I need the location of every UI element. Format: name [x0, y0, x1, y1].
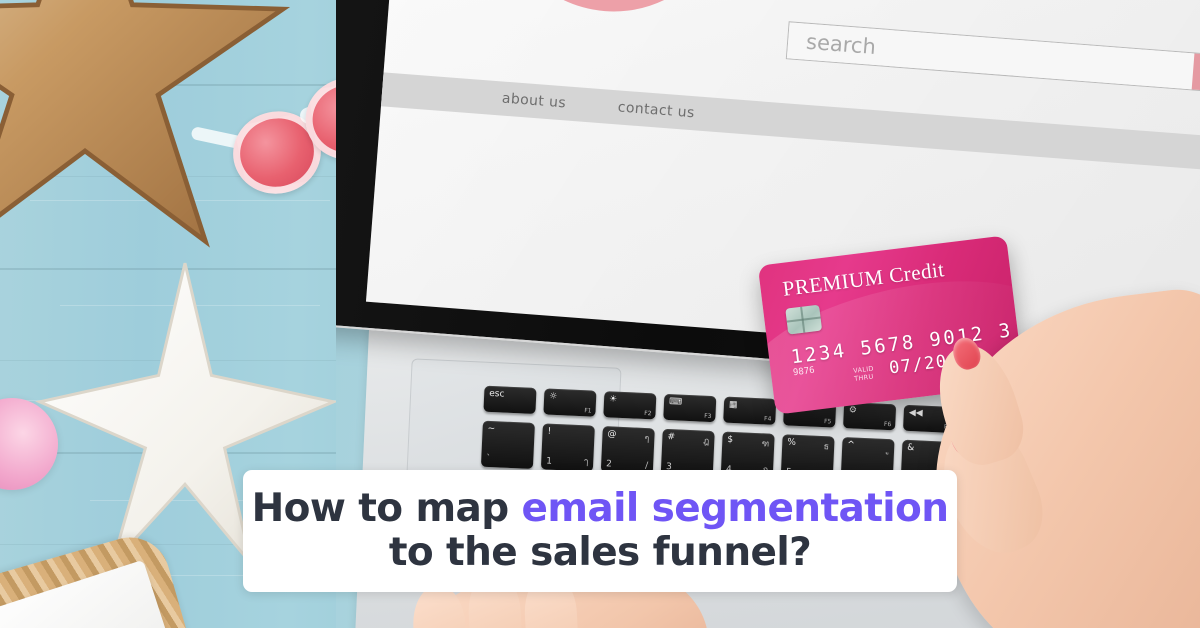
title-prefix: How to map — [251, 485, 522, 531]
keyboard-key[interactable]: @2 ๆ / — [600, 426, 655, 475]
title-line-1: How to map email segmentation — [251, 485, 949, 531]
keyboard-key[interactable]: ⚙ F6 — [843, 402, 897, 431]
keyboard-key[interactable]: esc — [483, 385, 537, 415]
title-card: How to map email segmentation to the sal… — [243, 470, 957, 592]
banner-image: esc☼F1☀F2⌨F3▦F4⌂F5⚙F6◀◀F7▶❙F8▶▶F9 ~`!1ๅ@… — [0, 0, 1200, 628]
search-button[interactable] — [1191, 53, 1200, 94]
keyboard-key[interactable]: ⌨ F3 — [663, 393, 717, 423]
title-accent: email segmentation — [521, 485, 949, 531]
valid-thru-label: VALID THRU — [852, 364, 875, 383]
keyboard-key[interactable]: ~ ` — [480, 420, 535, 469]
keyboard-key[interactable]: ▦ F4 — [723, 396, 777, 425]
keyboard-key[interactable]: ☀ F2 — [603, 391, 657, 420]
keyboard-key[interactable]: ! 1 ๅ — [540, 423, 595, 472]
title-line-2: to the sales funnel? — [388, 530, 812, 575]
nav-link-about-us[interactable]: about us — [501, 91, 566, 112]
emv-chip-icon — [785, 304, 823, 335]
keyboard-key[interactable]: ☼ F1 — [543, 388, 597, 417]
nav-link-contact-us[interactable]: contact us — [617, 99, 695, 121]
